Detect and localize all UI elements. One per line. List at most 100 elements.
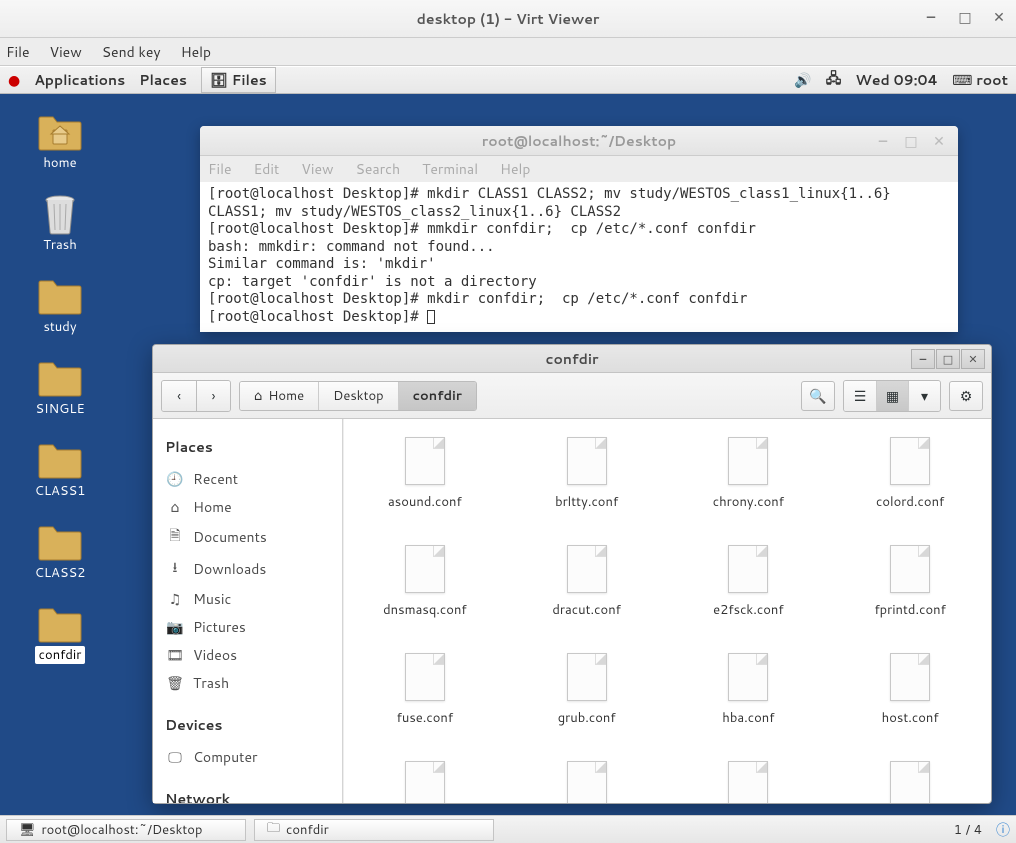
file-item[interactable]: krb5.conf xyxy=(839,761,981,803)
term-menu-search[interactable]: Search xyxy=(356,159,401,179)
info-icon[interactable]: ⓘ xyxy=(996,820,1010,840)
search-button[interactable]: 🔍 xyxy=(801,381,835,411)
document-icon: 🗎 xyxy=(167,525,183,549)
file-item[interactable]: idmapd.conf xyxy=(354,761,496,803)
file-cabinet-icon: 🗄 xyxy=(210,70,228,90)
file-item[interactable]: host.conf xyxy=(839,653,981,727)
term-menu-file[interactable]: File xyxy=(208,159,232,179)
term-menu-terminal[interactable]: Terminal xyxy=(422,159,478,179)
panel-places[interactable]: Places xyxy=(139,70,187,90)
file-item[interactable]: dnsmasq.conf xyxy=(354,545,496,619)
nav-back-button[interactable]: ‹ xyxy=(162,381,196,411)
task-terminal[interactable]: 🖥 root@localhost:~/Desktop xyxy=(6,819,246,841)
desktop-icon-trash-label: Trash xyxy=(43,236,77,254)
sidebar-documents[interactable]: 🗎Documents xyxy=(165,521,330,553)
view-dropdown-button[interactable]: ▾ xyxy=(908,381,940,411)
view-grid-button[interactable]: ▦ xyxy=(876,381,908,411)
desktop-icon-trash[interactable]: Trash xyxy=(20,194,100,254)
view-list-button[interactable]: ☰ xyxy=(844,381,876,411)
panel-applications[interactable]: Applications xyxy=(34,70,125,90)
file-item[interactable]: ipsec.conf xyxy=(516,761,658,803)
terminal-maximize-button[interactable]: □ xyxy=(902,132,920,150)
desktop[interactable]: home Trash study SINGLE CLASS1 CLASS2 xyxy=(0,94,1016,843)
file-item[interactable]: grub.conf xyxy=(516,653,658,727)
file-item[interactable]: hba.conf xyxy=(678,653,820,727)
panel-user-menu[interactable]: ⌨ root xyxy=(952,70,1008,90)
task-files[interactable]: 🗀 confdir xyxy=(254,819,494,841)
search-icon: 🔍 xyxy=(809,386,826,406)
network-icon[interactable]: 🖧 xyxy=(826,68,842,92)
settings-button[interactable]: ⚙ xyxy=(949,381,983,411)
workspace-indicator[interactable]: 1 / 4 xyxy=(948,821,988,839)
terminal-titlebar[interactable]: root@localhost:~/Desktop – □ ✕ xyxy=(200,126,958,156)
files-sidebar: Places 🕘Recent ⌂Home 🗎Documents ⭳Downloa… xyxy=(153,419,343,803)
term-menu-help[interactable]: Help xyxy=(500,159,530,179)
desktop-icon-study[interactable]: study xyxy=(20,276,100,336)
menu-help[interactable]: Help xyxy=(181,42,211,62)
terminal-minimize-button[interactable]: – xyxy=(874,132,892,150)
files-maximize-button[interactable]: □ xyxy=(936,349,960,369)
files-titlebar[interactable]: confdir – □ ✕ xyxy=(153,345,991,373)
file-icon xyxy=(567,653,607,701)
minimize-button[interactable]: – xyxy=(922,8,940,26)
desktop-icon-confdir[interactable]: confdir xyxy=(20,604,100,664)
sidebar-home[interactable]: ⌂Home xyxy=(165,493,330,521)
file-item[interactable]: colord.conf xyxy=(839,437,981,511)
file-item[interactable]: fprintd.conf xyxy=(839,545,981,619)
crumb-home[interactable]: ⌂Home xyxy=(240,382,319,410)
sidebar-music[interactable]: ♫Music xyxy=(165,585,330,613)
panel-files-label: Files xyxy=(232,70,267,90)
gear-icon: ⚙ xyxy=(960,386,973,406)
desktop-icon-class1[interactable]: CLASS1 xyxy=(20,440,100,500)
gnome-top-panel: ● Applications Places 🗄 Files 🔊 🖧 Wed 09… xyxy=(0,66,1016,94)
file-item[interactable]: asound.conf xyxy=(354,437,496,511)
file-item[interactable]: dracut.conf xyxy=(516,545,658,619)
breadcrumb: ⌂Home Desktop confdir xyxy=(239,381,477,411)
crumb-confdir[interactable]: confdir xyxy=(399,382,476,410)
term-menu-edit[interactable]: Edit xyxy=(254,159,280,179)
desktop-icon-single[interactable]: SINGLE xyxy=(20,358,100,418)
file-item[interactable]: e2fsck.conf xyxy=(678,545,820,619)
folder-icon: 🗀 xyxy=(267,819,280,841)
files-content[interactable]: asound.conf brltty.conf chrony.conf colord.… xyxy=(343,419,991,803)
files-window[interactable]: confdir – □ ✕ ‹ › ⌂Home Desktop confdir xyxy=(152,344,992,804)
crumb-desktop[interactable]: Desktop xyxy=(319,382,399,410)
close-button[interactable]: ✕ xyxy=(990,8,1008,26)
file-item[interactable]: kdump.conf xyxy=(678,761,820,803)
file-label: host.conf xyxy=(882,709,939,727)
menu-view[interactable]: View xyxy=(50,42,82,62)
menu-sendkey[interactable]: Send key xyxy=(102,42,161,62)
panel-datetime[interactable]: Wed 09:04 xyxy=(855,70,938,90)
files-minimize-button[interactable]: – xyxy=(911,349,935,369)
file-icon xyxy=(890,437,930,485)
terminal-window[interactable]: root@localhost:~/Desktop – □ ✕ File Edit… xyxy=(200,126,958,332)
files-close-button[interactable]: ✕ xyxy=(961,349,985,369)
volume-icon[interactable]: 🔊 xyxy=(794,70,811,90)
desktop-icon-class2[interactable]: CLASS2 xyxy=(20,522,100,582)
music-icon: ♫ xyxy=(167,589,183,609)
terminal-content[interactable]: [root@localhost Desktop]# mkdir CLASS1 C… xyxy=(200,182,958,332)
terminal-close-button[interactable]: ✕ xyxy=(930,132,948,150)
panel-files-button[interactable]: 🗄 Files xyxy=(201,67,276,93)
file-grid: asound.conf brltty.conf chrony.conf colord.… xyxy=(354,437,981,803)
maximize-button[interactable]: □ xyxy=(956,8,974,26)
sidebar-trash[interactable]: 🗑Trash xyxy=(165,669,330,697)
file-item[interactable]: brltty.conf xyxy=(516,437,658,511)
sidebar-computer[interactable]: 🖵Computer xyxy=(165,743,330,771)
nav-forward-button[interactable]: › xyxy=(196,381,230,411)
desktop-icon-home[interactable]: home xyxy=(20,112,100,172)
sidebar-heading-devices: Devices xyxy=(165,715,330,735)
term-menu-view[interactable]: View xyxy=(301,159,333,179)
sidebar-downloads[interactable]: ⭳Downloads xyxy=(165,553,330,585)
sidebar-recent[interactable]: 🕘Recent xyxy=(165,465,330,493)
file-icon xyxy=(728,761,768,803)
sidebar-pictures[interactable]: 📷Pictures xyxy=(165,613,330,641)
video-icon: 🎞 xyxy=(167,645,183,665)
sidebar-videos[interactable]: 🎞Videos xyxy=(165,641,330,669)
file-item[interactable]: chrony.conf xyxy=(678,437,820,511)
file-item[interactable]: fuse.conf xyxy=(354,653,496,727)
menu-file[interactable]: File xyxy=(6,42,30,62)
sidebar-heading-network: Network xyxy=(165,789,330,803)
terminal-text: [root@localhost Desktop]# mkdir CLASS1 C… xyxy=(208,186,899,325)
files-toolbar: ‹ › ⌂Home Desktop confdir 🔍 ☰ ▦ ▾ ⚙ xyxy=(153,373,991,419)
